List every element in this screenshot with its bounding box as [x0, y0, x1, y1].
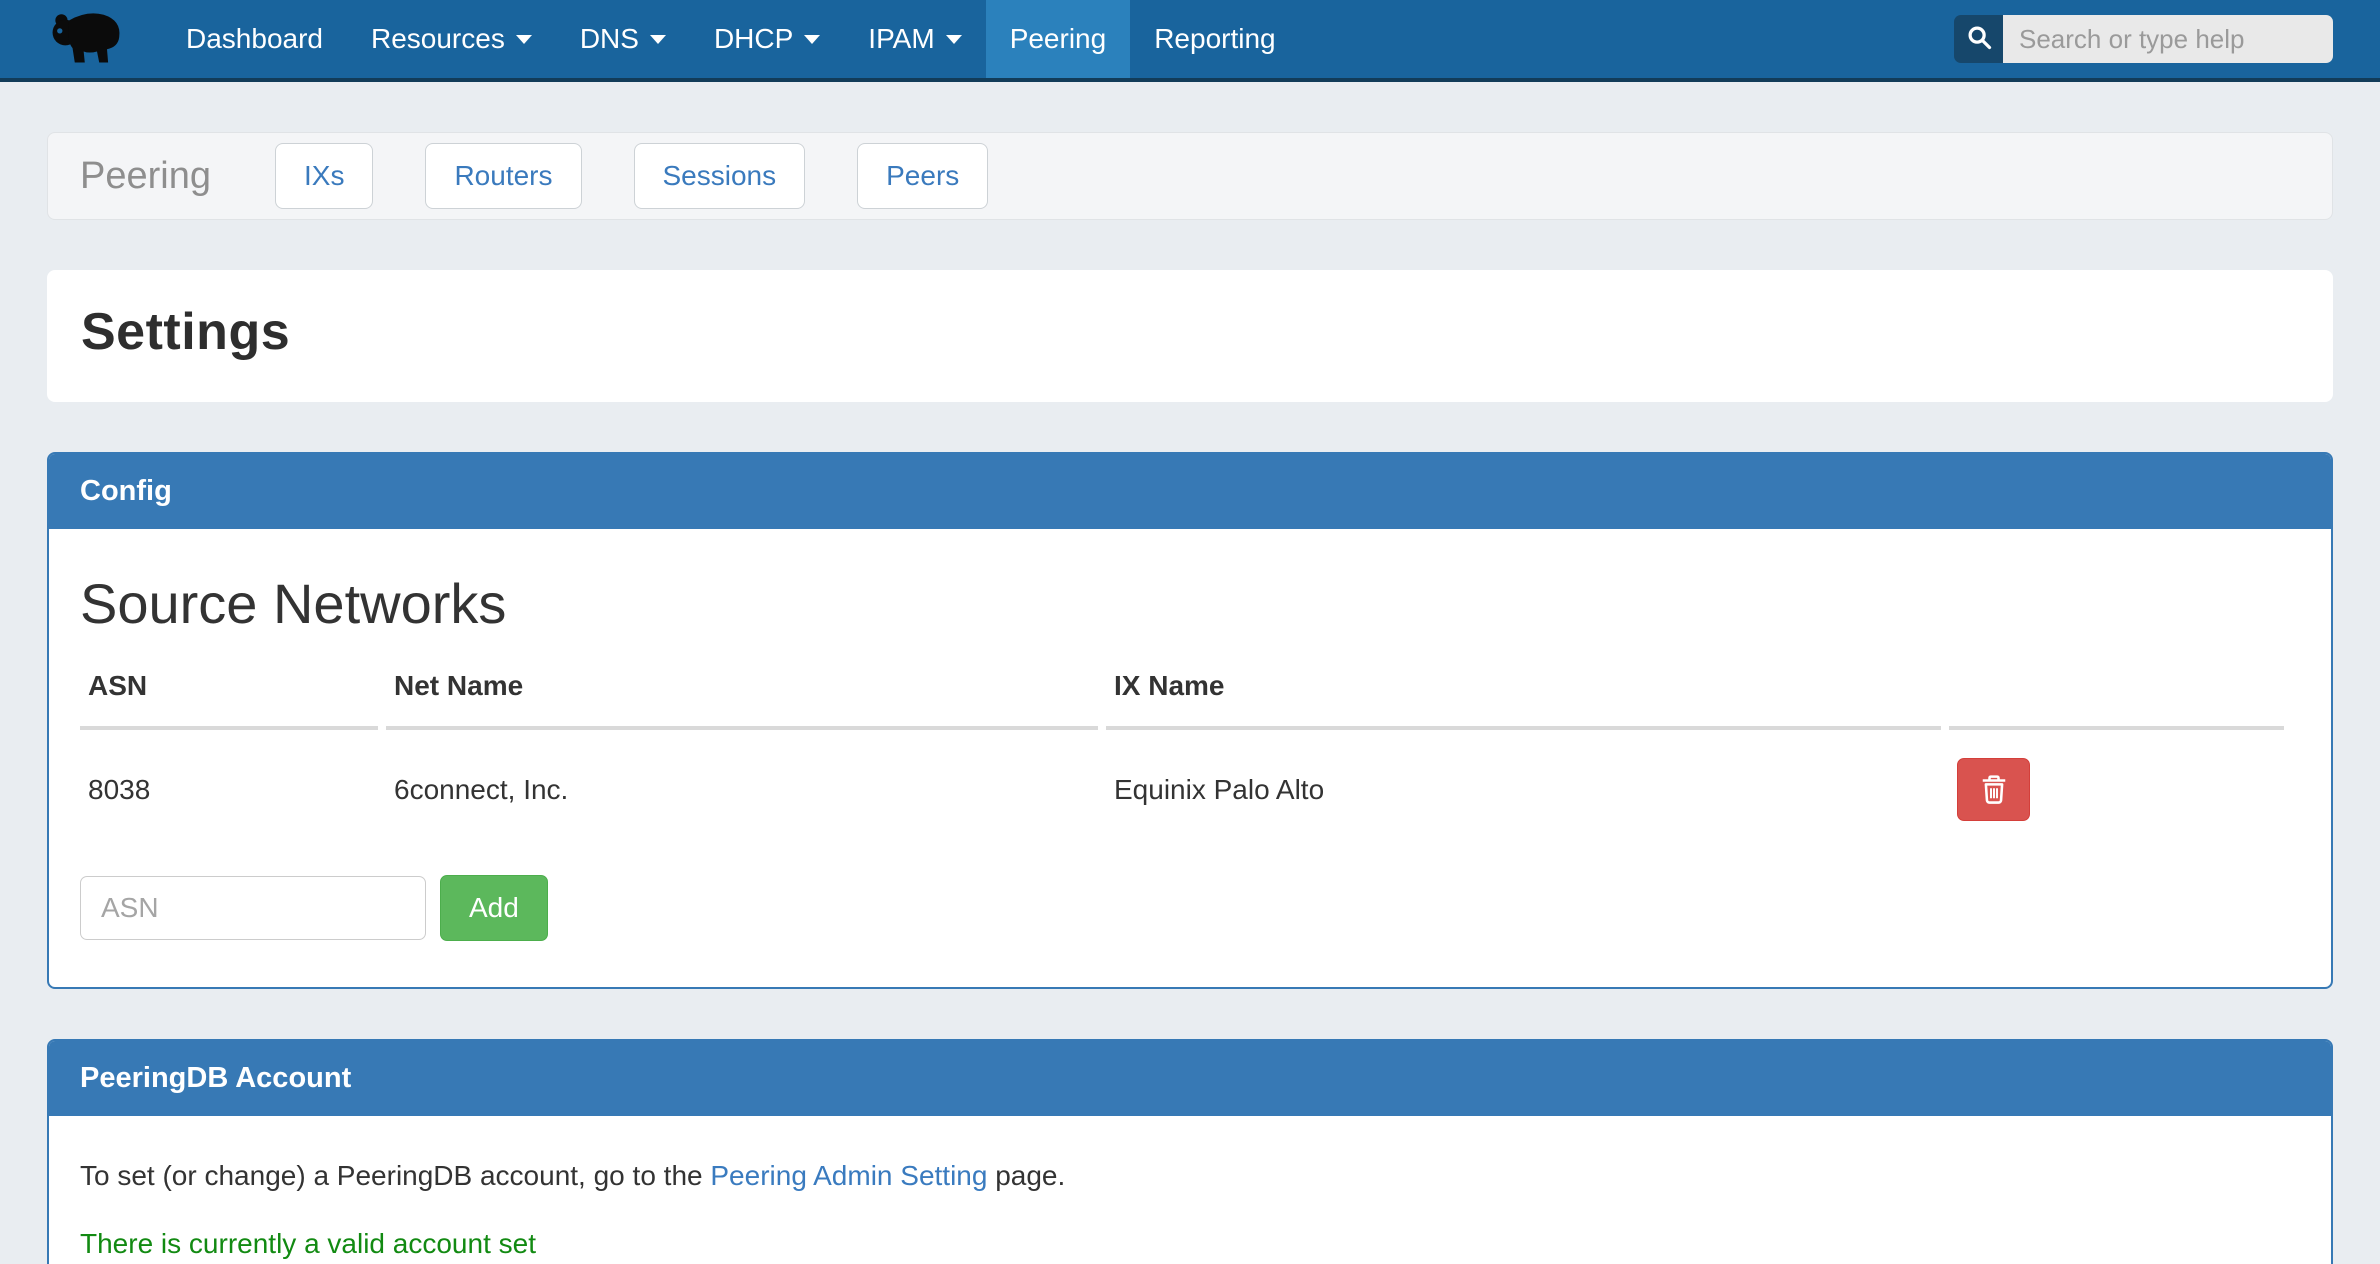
settings-card: Settings — [47, 270, 2333, 402]
account-status-text: There is currently a valid account set — [80, 1228, 2300, 1260]
column-header-actions — [1949, 654, 2284, 730]
nav-item-resources[interactable]: Resources — [347, 0, 556, 78]
main-nav: Dashboard Resources DNS DHCP IPAM Peerin… — [162, 0, 1300, 78]
cell-net-name: 6connect, Inc. — [386, 730, 1098, 833]
trash-icon — [1976, 770, 2012, 809]
peeringdb-panel-header: PeeringDB Account — [49, 1041, 2331, 1116]
nav-item-dns[interactable]: DNS — [556, 0, 690, 78]
chevron-down-icon — [516, 35, 532, 44]
nav-item-dhcp[interactable]: DHCP — [690, 0, 844, 78]
table-row: 8038 6connect, Inc. Equinix Palo Alto — [80, 730, 2284, 833]
chevron-down-icon — [650, 35, 666, 44]
add-source-network-form: Add — [80, 875, 2300, 941]
instruction-text-before: To set (or change) a PeeringDB account, … — [80, 1160, 710, 1191]
delete-source-network-button[interactable] — [1957, 758, 2030, 821]
nav-item-peering[interactable]: Peering — [986, 0, 1131, 78]
chevron-down-icon — [804, 35, 820, 44]
sessions-button[interactable]: Sessions — [634, 143, 806, 209]
page-title: Peering — [80, 155, 211, 198]
config-panel-header: Config — [49, 454, 2331, 529]
panda-logo-icon — [46, 7, 128, 72]
config-panel-body: Source Networks ASN Net Name IX Name 803… — [49, 529, 2331, 987]
app-logo[interactable] — [46, 0, 128, 78]
nav-item-reporting[interactable]: Reporting — [1130, 0, 1299, 78]
nav-label: DHCP — [714, 23, 793, 55]
column-header-asn: ASN — [80, 654, 378, 730]
peers-button[interactable]: Peers — [857, 143, 988, 209]
routers-button[interactable]: Routers — [425, 143, 581, 209]
instruction-text-after: page. — [987, 1160, 1065, 1191]
search-input[interactable] — [2003, 15, 2333, 63]
config-panel: Config Source Networks ASN Net Name IX N… — [47, 452, 2333, 989]
page-content: Peering IXs Routers Sessions Peers Setti… — [47, 132, 2333, 1264]
chevron-down-icon — [946, 35, 962, 44]
column-header-ix-name: IX Name — [1106, 654, 1941, 730]
peering-admin-setting-link[interactable]: Peering Admin Setting — [710, 1160, 987, 1191]
cell-actions — [1949, 730, 2284, 833]
cell-ix-name: Equinix Palo Alto — [1106, 730, 1941, 833]
asn-input[interactable] — [80, 876, 426, 940]
nav-label: Dashboard — [186, 23, 323, 55]
source-networks-table: ASN Net Name IX Name 8038 6connect, Inc.… — [72, 654, 2292, 833]
nav-label: Peering — [1010, 23, 1107, 55]
nav-label: IPAM — [868, 23, 934, 55]
peeringdb-instruction: To set (or change) a PeeringDB account, … — [80, 1160, 2300, 1192]
nav-item-ipam[interactable]: IPAM — [844, 0, 985, 78]
nav-label: Reporting — [1154, 23, 1275, 55]
column-header-net-name: Net Name — [386, 654, 1098, 730]
nav-item-dashboard[interactable]: Dashboard — [162, 0, 347, 78]
source-networks-heading: Source Networks — [80, 571, 2300, 636]
peering-toolbar: Peering IXs Routers Sessions Peers — [47, 132, 2333, 220]
table-header-row: ASN Net Name IX Name — [80, 654, 2284, 730]
peeringdb-panel-body: To set (or change) a PeeringDB account, … — [49, 1116, 2331, 1264]
add-button[interactable]: Add — [440, 875, 548, 941]
peeringdb-panel: PeeringDB Account To set (or change) a P… — [47, 1039, 2333, 1264]
nav-label: Resources — [371, 23, 505, 55]
settings-title: Settings — [81, 302, 2299, 362]
search-icon — [1964, 22, 1994, 57]
global-search — [1954, 15, 2333, 63]
cell-asn: 8038 — [80, 730, 378, 833]
top-navbar: Dashboard Resources DNS DHCP IPAM Peerin… — [0, 0, 2380, 82]
ixs-button[interactable]: IXs — [275, 143, 373, 209]
nav-label: DNS — [580, 23, 639, 55]
search-button[interactable] — [1954, 15, 2003, 63]
